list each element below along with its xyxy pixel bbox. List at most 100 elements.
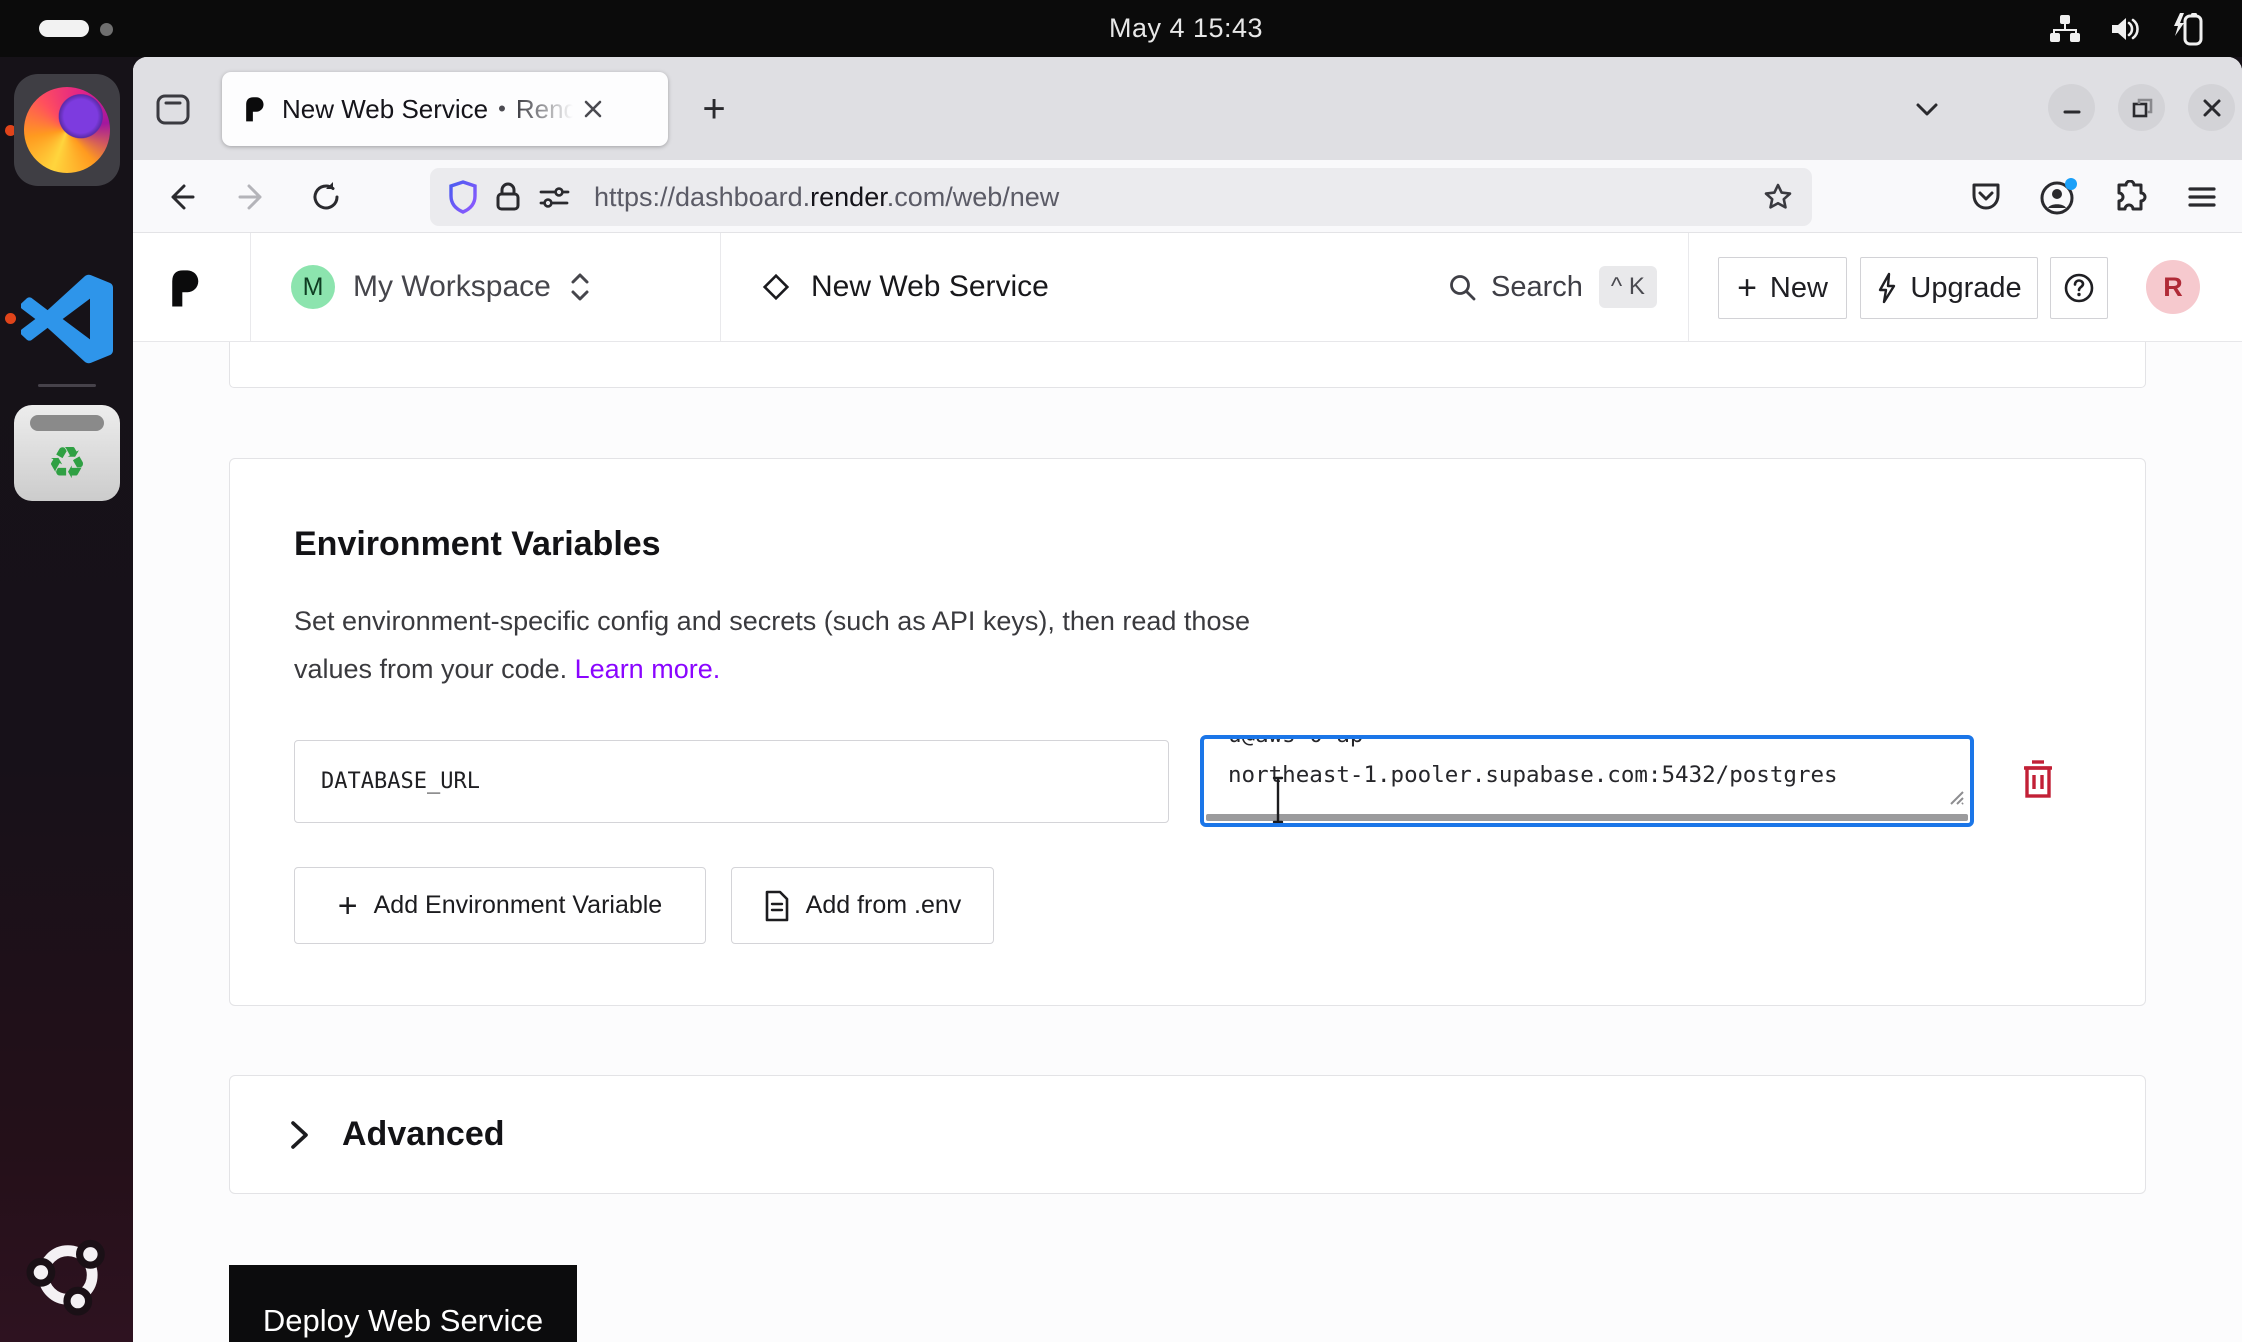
question-icon: [2061, 270, 2097, 306]
add-from-env-button[interactable]: Add from .env: [731, 867, 994, 944]
text-cursor: [1270, 775, 1286, 827]
page-title: New Web Service: [811, 270, 1049, 304]
env-value-textarea[interactable]: u@aws-0-ap- northeast-1.pooler.supabase.…: [1200, 735, 1974, 827]
back-button[interactable]: [155, 172, 205, 222]
help-button[interactable]: [2050, 257, 2108, 319]
network-icon[interactable]: [2048, 12, 2082, 46]
render-logo[interactable]: [163, 265, 205, 316]
render-logo-icon: [163, 265, 205, 311]
hamburger-icon: [2185, 180, 2219, 214]
section-title: Environment Variables: [294, 525, 661, 564]
system-clock[interactable]: May 4 15:43: [1109, 0, 1263, 57]
service-diamond-icon: [761, 272, 791, 302]
url-prefix: https://dashboard.: [594, 182, 810, 212]
volume-icon[interactable]: [2108, 12, 2142, 46]
description-line1: Set environment-specific config and secr…: [294, 606, 1250, 636]
pocket-icon: [1969, 180, 2003, 214]
show-apps-button[interactable]: [14, 1225, 120, 1325]
trash-icon: [2018, 758, 2058, 802]
puzzle-icon: [2113, 180, 2147, 214]
add-env-var-button[interactable]: + Add Environment Variable: [294, 867, 706, 944]
bookmark-star-button[interactable]: [1762, 181, 1794, 213]
ubuntu-logo-icon: [22, 1230, 112, 1320]
upgrade-button[interactable]: Upgrade: [1860, 257, 2038, 319]
trash-lid: [30, 415, 104, 431]
chevron-down-icon: [1912, 94, 1942, 124]
lock-icon[interactable]: [494, 181, 522, 213]
recycle-icon: ♻: [47, 442, 86, 486]
plus-icon: +: [338, 889, 358, 923]
forward-button[interactable]: [228, 172, 278, 222]
page-title-group: New Web Service: [761, 233, 1049, 341]
firefox-icon: [24, 87, 110, 173]
new-button[interactable]: + New: [1718, 257, 1847, 319]
system-top-bar: May 4 15:43: [0, 0, 2242, 57]
tab-title-faded: Rend: [516, 94, 578, 125]
account-button[interactable]: [2033, 172, 2083, 222]
advanced-label: Advanced: [342, 1115, 505, 1154]
header-divider: [720, 233, 721, 341]
browser-tab[interactable]: New Web Service • Rend: [222, 72, 668, 146]
tab-title-separator: •: [498, 96, 506, 122]
chevron-right-icon: [286, 1115, 312, 1155]
list-all-tabs-button[interactable]: [1903, 85, 1951, 133]
delete-env-var-button[interactable]: [2016, 757, 2060, 803]
system-tray[interactable]: [2048, 0, 2206, 57]
url-domain: render: [810, 182, 887, 212]
firefox-view-button[interactable]: [149, 85, 197, 133]
add-from-env-label: Add from .env: [806, 891, 962, 920]
plus-icon: +: [1737, 271, 1757, 305]
search-shortcut-kbd: ^ K: [1599, 266, 1657, 308]
render-app-header: M My Workspace New Web Service Search ^ …: [133, 233, 2242, 342]
resize-grip-icon[interactable]: [1945, 786, 1965, 811]
browser-toolbar: https://dashboard.render.com/web/new: [133, 160, 2242, 233]
account-icon: [2038, 177, 2078, 217]
menu-button[interactable]: [2177, 172, 2227, 222]
add-env-var-label: Add Environment Variable: [374, 891, 663, 920]
window-restore-button[interactable]: [2118, 84, 2165, 131]
dock-separator: [38, 384, 96, 387]
workspace-pill-indicator[interactable]: [39, 20, 89, 37]
tracking-protection-shield-icon[interactable]: [448, 180, 478, 214]
new-button-label: New: [1770, 272, 1828, 305]
dock-item-vscode[interactable]: [14, 269, 120, 369]
section-description: Set environment-specific config and secr…: [294, 597, 1250, 693]
firefox-view-icon: [154, 90, 192, 128]
new-tab-button[interactable]: +: [690, 85, 738, 133]
advanced-section-card[interactable]: Advanced: [229, 1075, 2146, 1194]
user-avatar[interactable]: R: [2146, 260, 2200, 314]
env-value-text: u@aws-0-ap- northeast-1.pooler.supabase.…: [1204, 735, 1862, 795]
dock-item-firefox[interactable]: [14, 74, 120, 186]
environment-variables-card: Environment Variables Set environment-sp…: [229, 458, 2146, 1006]
battery-icon[interactable]: [2168, 11, 2206, 47]
search-icon: [1447, 272, 1477, 302]
page-content: M My Workspace New Web Service Search ^ …: [133, 233, 2242, 1342]
file-icon: [764, 890, 790, 922]
restore-icon: [2130, 96, 2154, 120]
star-icon: [1762, 181, 1794, 213]
firefox-window: New Web Service • Rend +: [133, 57, 2242, 1342]
permissions-icon[interactable]: [538, 184, 570, 210]
window-close-button[interactable]: [2188, 84, 2235, 131]
search-button[interactable]: Search ^ K: [1447, 233, 1657, 341]
dock-item-trash[interactable]: ♻: [14, 405, 120, 501]
reload-button[interactable]: [301, 172, 351, 222]
deploy-web-service-button[interactable]: Deploy Web Service: [229, 1265, 577, 1342]
window-minimize-button[interactable]: [2048, 84, 2095, 131]
pocket-button[interactable]: [1961, 172, 2011, 222]
back-arrow-icon: [162, 179, 198, 215]
tab-close-button[interactable]: [580, 96, 606, 122]
vscode-icon: [21, 273, 113, 365]
url-bar[interactable]: https://dashboard.render.com/web/new: [430, 168, 1812, 226]
workspace-avatar: M: [291, 265, 335, 309]
url-text[interactable]: https://dashboard.render.com/web/new: [594, 182, 1059, 213]
close-icon: [580, 96, 606, 122]
tab-strip: New Web Service • Rend +: [133, 57, 2242, 160]
workspace-dot-indicator[interactable]: [100, 23, 113, 36]
textarea-scrollbar[interactable]: [1206, 814, 1968, 821]
learn-more-link[interactable]: Learn more.: [575, 654, 721, 684]
extensions-button[interactable]: [2105, 172, 2155, 222]
url-suffix: .com/web/new: [887, 182, 1060, 212]
env-key-input[interactable]: DATABASE_URL: [294, 740, 1169, 823]
workspace-selector[interactable]: M My Workspace: [291, 233, 591, 341]
